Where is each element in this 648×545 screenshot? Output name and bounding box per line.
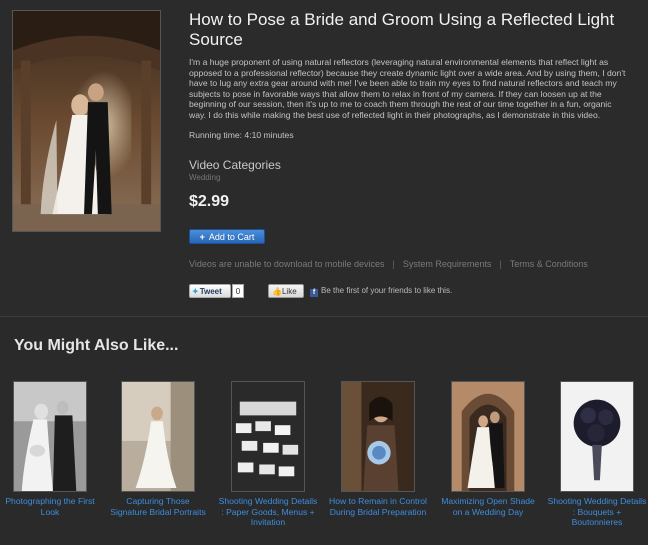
related-video-card[interactable]: Shooting Wedding Details : Paper Goods, … xyxy=(218,381,318,528)
terms-conditions-link[interactable]: Terms & Conditions xyxy=(510,259,588,269)
add-to-cart-button[interactable]: + Add to Cart xyxy=(189,229,265,244)
related-video-thumbnail[interactable] xyxy=(341,381,415,492)
related-heading: You Might Also Like... xyxy=(14,337,179,354)
related-video-title-link[interactable]: Capturing Those Signature Bridal Portrai… xyxy=(108,496,208,517)
related-video-card[interactable]: Maximizing Open Shade on a Wedding Day xyxy=(438,381,538,517)
related-video-thumbnail[interactable] xyxy=(451,381,525,492)
facebook-like-prompt: Be the first of your friends to like thi… xyxy=(321,286,453,295)
mobile-download-notice: Videos are unable to download to mobile … xyxy=(189,259,385,269)
add-to-cart-label: Add to Cart xyxy=(208,232,255,242)
like-label: Like xyxy=(281,287,297,296)
product-preview-image[interactable] xyxy=(12,10,161,232)
related-video-card[interactable]: How to Remain in Control During Bridal P… xyxy=(328,381,428,517)
product-description: I'm a huge proponent of using natural re… xyxy=(189,57,626,120)
tweet-count: 0 xyxy=(232,284,244,298)
related-video-title-link[interactable]: How to Remain in Control During Bridal P… xyxy=(328,496,428,517)
related-video-title-link[interactable]: Maximizing Open Shade on a Wedding Day xyxy=(438,496,538,517)
system-requirements-link[interactable]: System Requirements xyxy=(403,259,492,269)
tweet-label: Tweet xyxy=(199,287,222,296)
related-video-title-link[interactable]: Photographing the First Look xyxy=(0,496,100,517)
related-video-title-link[interactable]: Shooting Wedding Details : Paper Goods, … xyxy=(218,496,318,528)
related-video-card[interactable]: Capturing Those Signature Bridal Portrai… xyxy=(108,381,208,517)
twitter-bird-icon: ✦ xyxy=(192,287,199,296)
related-video-card[interactable]: Shooting Wedding Details : Bouquets + Bo… xyxy=(547,381,647,528)
related-video-thumbnail[interactable] xyxy=(121,381,195,492)
info-links: Videos are unable to download to mobile … xyxy=(189,259,588,269)
facebook-social-text: f Be the first of your friends to like th… xyxy=(310,286,452,297)
separator: | xyxy=(499,259,502,269)
separator: | xyxy=(392,259,395,269)
running-time: Running time: 4:10 minutes xyxy=(189,130,294,140)
plus-icon: + xyxy=(199,232,205,242)
product-price: $2.99 xyxy=(189,193,230,210)
tweet-button[interactable]: ✦Tweet xyxy=(189,284,231,298)
related-video-thumbnail[interactable] xyxy=(560,381,634,492)
video-category-link[interactable]: Wedding xyxy=(189,173,220,182)
facebook-icon: f xyxy=(310,289,318,297)
related-video-thumbnail[interactable] xyxy=(13,381,87,492)
thumbs-up-icon: 👍 xyxy=(272,287,282,296)
related-video-card[interactable]: Photographing the First Look xyxy=(0,381,100,517)
facebook-like-button[interactable]: 👍Like xyxy=(268,284,304,298)
related-video-thumbnail[interactable] xyxy=(231,381,305,492)
related-video-title-link[interactable]: Shooting Wedding Details : Bouquets + Bo… xyxy=(547,496,647,528)
product-title: How to Pose a Bride and Groom Using a Re… xyxy=(189,10,615,49)
video-categories-heading: Video Categories xyxy=(189,158,281,172)
